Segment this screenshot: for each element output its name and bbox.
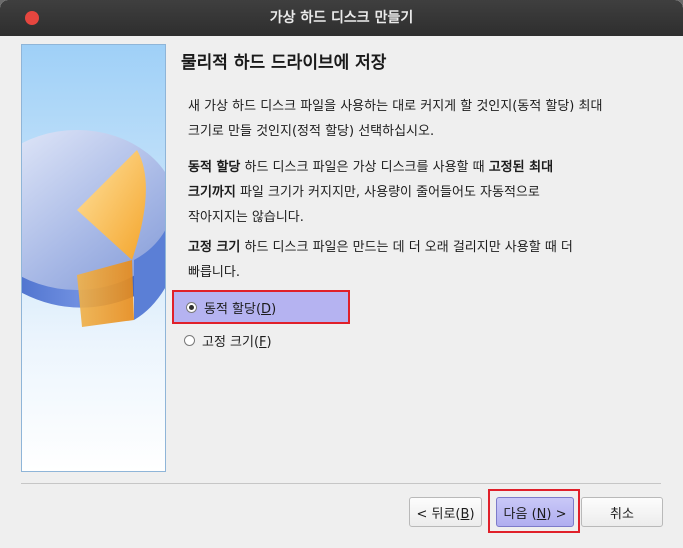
page-title: 물리적 하드 드라이브에 저장 <box>181 53 387 73</box>
window-title: 가상 하드 디스크 만들기 <box>269 10 414 26</box>
cancel-button[interactable]: 취소 <box>581 497 663 527</box>
dynamic-desc-text-1: 하드 디스크 파일은 가상 디스크를 사용할 때 <box>240 160 489 175</box>
radio-dynamic-allocation[interactable]: 동적 할당(D) <box>172 290 350 324</box>
dynamic-term: 동적 할당 <box>188 160 241 175</box>
radio-fixed-size[interactable]: 고정 크기(F) <box>172 324 350 356</box>
size-until-term: 크기까지 <box>188 185 236 200</box>
radio-checked-icon[interactable] <box>186 301 197 313</box>
next-button[interactable]: 다음 (N) > <box>496 497 574 527</box>
radio-fixed-label: 고정 크기(F) <box>202 334 272 350</box>
fixed-term: 고정 크기 <box>188 240 241 255</box>
dynamic-desc-text-2: 파일 크기가 커지지만, 사용량이 줄어들어도 자동적으로 <box>235 185 540 200</box>
fixed-desc-text-1: 하드 디스크 파일은 만드는 데 더 오래 걸리지만 사용할 때 더 <box>240 240 573 255</box>
fixed-desc-text-2: 빠릅니다. <box>188 265 240 280</box>
radio-unchecked-icon[interactable] <box>184 334 195 346</box>
dialog-window: 가상 하드 디스크 만들기 물리적 하드 드라이브에 저장 새 가상 하드 디스… <box>0 0 683 548</box>
disk-pie-illustration <box>22 130 165 327</box>
radio-dynamic-label: 동적 할당(D) <box>204 301 277 317</box>
fixed-description: 고정 크기 하드 디스크 파일은 만드는 데 더 오래 걸리지만 사용할 때 더… <box>188 235 660 285</box>
intro-line-2: 크기로 만들 것인지(정적 할당) 선택하십시오. <box>188 124 435 139</box>
wizard-banner-image <box>21 44 166 472</box>
title-bar[interactable]: 가상 하드 디스크 만들기 <box>0 0 683 36</box>
intro-text: 새 가상 하드 디스크 파일을 사용하는 대로 커지게 할 것인지(동적 할당)… <box>188 94 660 144</box>
dynamic-desc-text-3: 작아지지는 않습니다. <box>188 210 304 225</box>
fixed-max-term: 고정된 최대 <box>488 160 554 175</box>
dynamic-description: 동적 할당 하드 디스크 파일은 가상 디스크를 사용할 때 고정된 최대 크기… <box>188 155 660 230</box>
intro-line-1: 새 가상 하드 디스크 파일을 사용하는 대로 커지게 할 것인지(동적 할당)… <box>188 99 603 114</box>
back-button[interactable]: < 뒤로(B) <box>409 497 482 527</box>
button-separator <box>21 483 661 484</box>
